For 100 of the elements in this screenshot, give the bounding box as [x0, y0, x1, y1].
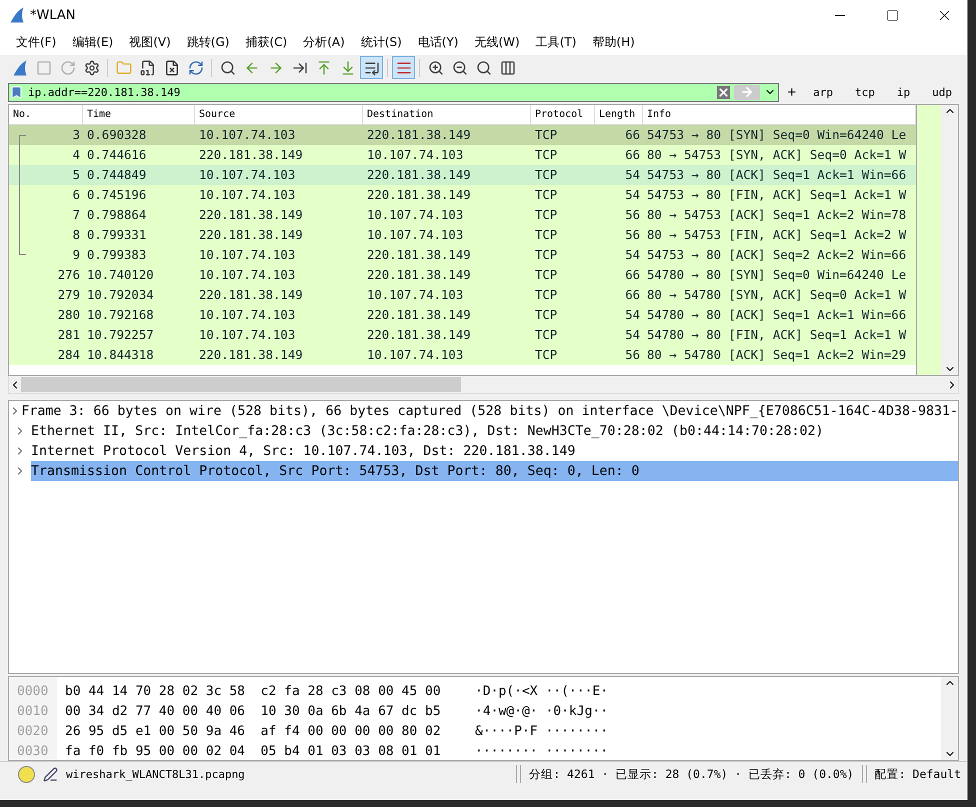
go-to-icon — [292, 60, 308, 76]
filter-button[interactable]: ip — [888, 82, 920, 102]
reload-icon — [188, 60, 204, 76]
table-cell-text: 0.799331 — [86, 227, 148, 244]
table-cell-text: 10.844318 — [86, 347, 155, 364]
menu-item[interactable]: 帮助(H) — [584, 32, 643, 54]
table-cell-text: 54753 → 80 [ACK] Seq=2 Ack=2 Win=66 — [646, 247, 908, 264]
table-cell-text: 10.107.74.103 — [198, 327, 296, 344]
packet-row[interactable]: 276 10.740120 10.107.74.103 220.181.38.149 TCP 66 54780 → 80 [SYN] Seq=0 Win=64240 Le — [9, 265, 916, 285]
table-cell-text: 220.181.38.149 — [366, 267, 472, 284]
table-cell-text: TCP — [534, 287, 558, 304]
table-cell: 8 — [72, 228, 80, 242]
table-cell-text: 80 → 54753 [ACK] Seq=1 Ack=2 Win=78 — [646, 207, 908, 224]
arrow-left-icon — [244, 60, 260, 76]
table-cell-text: 80 → 54780 [SYN, ACK] Seq=0 Ack=1 W — [646, 287, 908, 304]
tree-item[interactable]: Frame 3: 66 bytes on wire (528 bits), 66 bytes captured (528 bits) on interface \Device\NPF_{E7086C51-164C-4D38-9831- — [9, 401, 958, 421]
column-header[interactable]: Protocol — [531, 105, 595, 124]
table-cell-text: 66 — [624, 147, 641, 164]
horizontal-scrollbar[interactable] — [8, 376, 959, 394]
table-cell-text: 220.181.38.149 — [366, 127, 472, 144]
filter-button[interactable]: arp — [804, 82, 842, 102]
byte-offset: 0030 — [16, 742, 50, 760]
table-cell-text: 220.181.38.149 — [366, 167, 472, 184]
packet-row[interactable]: 8 0.799331 220.181.38.149 10.107.74.103 TCP 56 80 → 54753 [FIN, ACK] Seq=1 Ack=2 W — [9, 225, 916, 245]
tree-item-label: Internet Protocol Version 4, Src: 10.107.74.103, Dst: 220.181.38.149 — [31, 444, 576, 458]
vertical-scrollbar[interactable] — [941, 677, 958, 760]
table-cell-text: 56 — [624, 227, 641, 244]
table-cell-text: TCP — [534, 247, 558, 264]
table-cell-text: 66 — [624, 287, 641, 304]
packet-row[interactable]: 279 10.792034 220.181.38.149 10.107.74.103 TCP 66 80 → 54780 [SYN, ACK] Seq=0 Ack=1 W — [9, 285, 916, 305]
hex-bytes: 26 95 d5 e1 00 50 9a 46 af f4 00 00 00 00 80 02 — [64, 724, 442, 738]
byte-offset: 0000 — [16, 682, 50, 700]
table-cell-text: 10.107.74.103 — [366, 347, 464, 364]
zoom-in-icon — [428, 60, 444, 76]
packet-row[interactable]: 4 0.744616 220.181.38.149 10.107.74.103 TCP 66 80 → 54753 [SYN, ACK] Seq=0 Ack=1 W — [9, 145, 916, 165]
byte-offset: 0010 — [16, 702, 50, 720]
packet-row[interactable]: 281 10.792257 10.107.74.103 220.181.38.149 TCP 54 54780 → 80 [FIN, ACK] Seq=1 Ack=1 W — [9, 325, 916, 345]
edit-icon[interactable] — [43, 766, 58, 782]
ascii-bytes: ·4·w@·@· ·0·kJg·· — [475, 704, 608, 718]
table-cell-text: 220.181.38.149 — [198, 207, 304, 224]
expert-info-icon[interactable] — [18, 766, 35, 782]
table-cell-text: 56 — [624, 207, 641, 224]
column-header[interactable]: Time — [83, 105, 195, 124]
filter-button[interactable]: tcp — [846, 82, 884, 102]
packet-row[interactable]: 3 0.690328 10.107.74.103 220.181.38.149 TCP 66 54753 → 80 [SYN] Seq=0 Win=64240 Le — [9, 125, 916, 145]
table-cell: 276 — [58, 268, 80, 282]
packet-row[interactable]: 9 0.799383 10.107.74.103 220.181.38.149 TCP 54 54753 → 80 [ACK] Seq=2 Ack=2 Win=66 — [9, 245, 916, 265]
table-cell: 279 — [58, 288, 80, 302]
filter-button[interactable]: udp — [923, 82, 961, 102]
clear-button[interactable] — [715, 84, 732, 100]
add-filter-button[interactable]: + — [783, 82, 800, 102]
column-header[interactable]: Source — [195, 105, 363, 124]
packet-row[interactable]: 284 10.844318 220.181.38.149 10.107.74.103 TCP 56 80 → 54780 [ACK] Seq=1 Ack=2 Win=29 — [9, 345, 916, 365]
tree-item[interactable]: Internet Protocol Version 4, Src: 10.107.74.103, Dst: 220.181.38.149 — [9, 441, 958, 461]
profile-label[interactable]: 配置: Default — [874, 766, 967, 782]
colorize-button[interactable] — [392, 56, 415, 79]
menu-item[interactable]: 捕获(C) — [237, 32, 296, 54]
packet-row[interactable]: 6 0.745196 10.107.74.103 220.181.38.149 TCP 54 54753 → 80 [FIN, ACK] Seq=1 Ack=1 W — [9, 185, 916, 205]
table-cell-text: 220.181.38.149 — [198, 227, 304, 244]
filter-input[interactable]: ip.addr==220.181.38.149 — [24, 84, 716, 100]
packet-row[interactable]: 5 0.744849 10.107.74.103 220.181.38.149 TCP 54 54753 → 80 [ACK] Seq=1 Ack=1 Win=66 — [9, 165, 916, 185]
bookmark-icon — [9, 84, 24, 100]
table-cell-text: 0.745196 — [86, 187, 148, 204]
file-icon — [140, 60, 156, 76]
table-cell-text: 54 — [624, 307, 641, 324]
autoscroll-button[interactable] — [360, 56, 383, 79]
menu-item[interactable]: 工具(T) — [528, 32, 584, 54]
menu-item[interactable]: 分析(A) — [295, 32, 353, 54]
packet-row[interactable]: 280 10.792168 10.107.74.103 220.181.38.149 TCP 54 54780 → 80 [ACK] Seq=1 Ack=1 Win=66 — [9, 305, 916, 325]
menu-item[interactable]: 跳转(G) — [178, 32, 238, 54]
table-cell-text: TCP — [534, 307, 558, 324]
table-cell-text: 10.792168 — [86, 307, 155, 324]
menu-item[interactable]: 文件(F) — [8, 32, 64, 54]
column-header[interactable]: Length — [595, 105, 643, 124]
table-cell: 280 — [58, 308, 80, 322]
display-filter-field[interactable]: ip.addr==220.181.38.149 — [8, 82, 780, 102]
tree-item[interactable]: Transmission Control Protocol, Src Port: 54753, Dst Port: 80, Seq: 0, Len: 0 — [9, 461, 958, 481]
hex-bytes: fa f0 fb 95 00 00 02 04 05 b4 01 03 03 08 01 01 — [64, 744, 442, 758]
menu-item[interactable]: 编辑(E) — [64, 32, 122, 54]
table-cell-text: 220.181.38.149 — [198, 147, 304, 164]
tree-item[interactable]: Ethernet II, Src: IntelCor_fa:28:c3 (3c:58:c2:fa:28:c3), Dst: NewH3CTe_70:28:02 (b0:44:14:70:28:02) — [9, 421, 958, 441]
table-cell-text: 10.107.74.103 — [198, 187, 296, 204]
table-cell: 4 — [72, 148, 80, 162]
menu-item[interactable]: 视图(V) — [121, 32, 179, 54]
table-cell-text: 10.107.74.103 — [366, 207, 464, 224]
window-title: *WLAN — [30, 8, 77, 22]
column-header[interactable]: Destination — [363, 105, 531, 124]
hex-bytes: b0 44 14 70 28 02 3c 58 c2 fa 28 c3 08 00 45 00 — [64, 684, 442, 698]
table-cell-text: 10.107.74.103 — [366, 227, 464, 244]
search-icon — [220, 60, 236, 76]
table-cell-text: 80 → 54753 [SYN, ACK] Seq=0 Ack=1 W — [646, 147, 908, 164]
menu-item[interactable]: 电话(Y) — [410, 32, 466, 54]
table-cell-text: 220.181.38.149 — [366, 187, 472, 204]
scrollbar-thumb[interactable] — [21, 377, 461, 392]
packet-row[interactable]: 7 0.798864 220.181.38.149 10.107.74.103 TCP 56 80 → 54753 [ACK] Seq=1 Ack=2 Win=78 — [9, 205, 916, 225]
vertical-scrollbar[interactable] — [941, 105, 958, 375]
column-header[interactable]: No. — [9, 105, 83, 124]
table-cell-text: 54 — [624, 327, 641, 344]
menu-item[interactable]: 统计(S) — [352, 32, 410, 54]
menu-item[interactable]: 无线(W) — [466, 32, 528, 54]
